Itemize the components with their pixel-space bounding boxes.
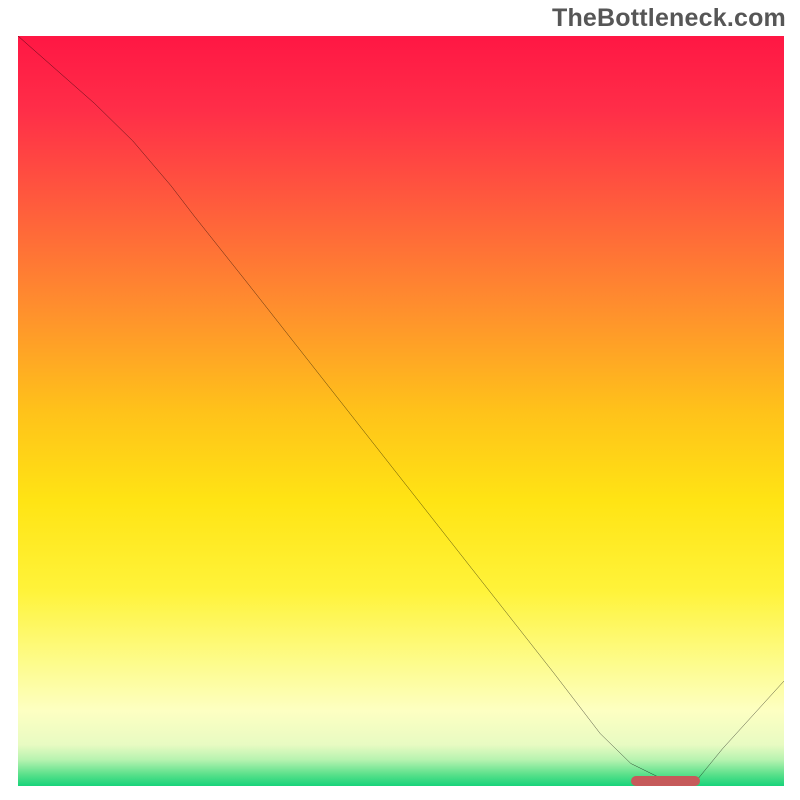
chart-container: TheBottleneck.com <box>0 0 800 800</box>
curve-path <box>18 36 784 786</box>
attribution-text: TheBottleneck.com <box>552 4 786 33</box>
plot-area <box>18 36 784 786</box>
bottleneck-curve <box>18 36 784 786</box>
optimal-range-marker <box>631 776 700 786</box>
